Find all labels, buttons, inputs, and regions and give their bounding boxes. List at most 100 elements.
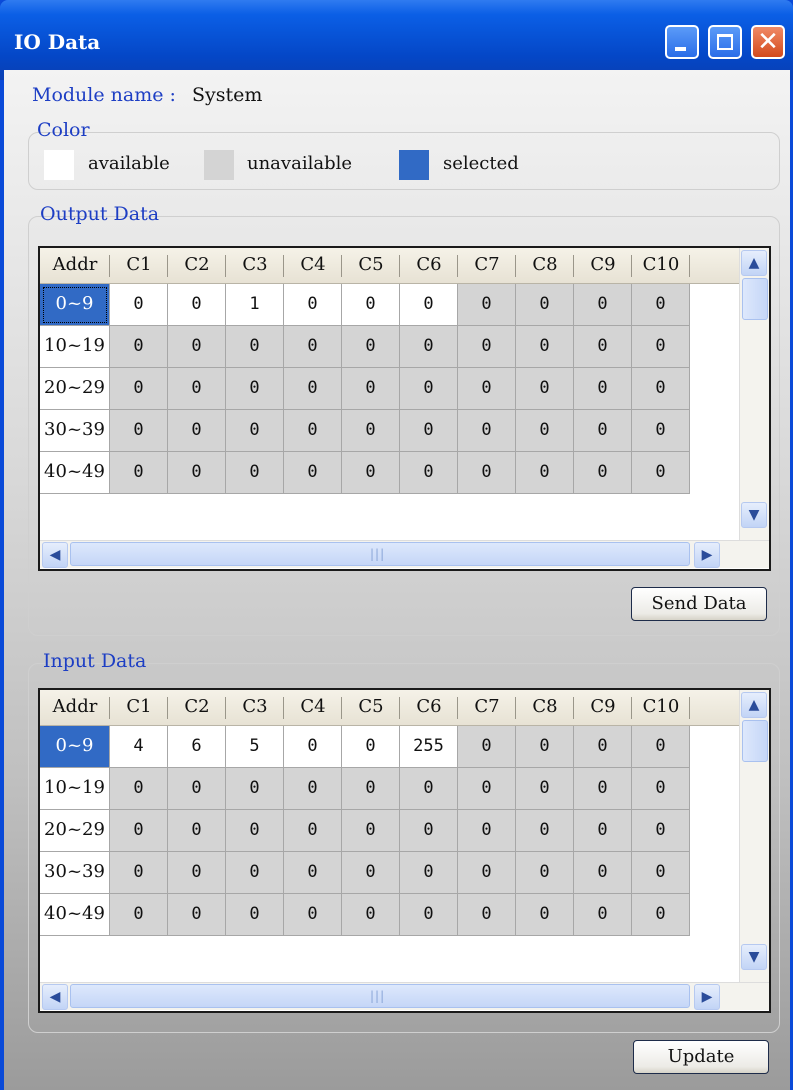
column-header[interactable]: C2 [168,248,226,284]
scroll-up-button[interactable]: ▲ [741,250,767,276]
data-cell[interactable]: 0 [574,726,632,768]
column-header[interactable]: C8 [516,690,574,726]
data-cell[interactable]: 0 [342,894,400,936]
data-cell[interactable]: 255 [400,726,458,768]
data-cell[interactable]: 0 [516,726,574,768]
column-header[interactable]: C5 [342,248,400,284]
data-cell[interactable]: 0 [168,368,226,410]
data-cell[interactable]: 0 [284,368,342,410]
data-cell[interactable]: 0 [168,452,226,494]
output-data-grid[interactable]: Addr C1 C2 C3 C4 C5 C6 C7 C8 C9 C10 0~9 0 0 1 0 0 0 0 0 0 0 10… [38,246,771,571]
data-cell[interactable]: 0 [342,768,400,810]
data-cell[interactable]: 0 [516,410,574,452]
data-cell[interactable]: 0 [458,852,516,894]
data-cell[interactable]: 0 [284,894,342,936]
data-cell[interactable]: 0 [110,284,168,326]
data-cell[interactable]: 0 [284,768,342,810]
vertical-scroll-thumb[interactable] [742,720,768,762]
data-cell[interactable]: 0 [226,410,284,452]
column-header[interactable]: C9 [574,248,632,284]
row-address-cell[interactable]: 40~49 [40,894,110,936]
column-header[interactable]: C8 [516,248,574,284]
scroll-right-button[interactable]: ▶ [694,542,720,568]
data-cell[interactable]: 0 [458,452,516,494]
horizontal-scrollbar[interactable]: ◀ ||| ▶ [40,982,769,1010]
data-cell[interactable]: 0 [342,852,400,894]
data-cell[interactable]: 0 [574,452,632,494]
column-header[interactable]: C4 [284,690,342,726]
data-cell[interactable]: 0 [400,326,458,368]
send-data-button[interactable]: Send Data [631,587,767,621]
data-cell[interactable]: 0 [110,894,168,936]
data-cell[interactable]: 0 [400,768,458,810]
row-address-cell[interactable]: 10~19 [40,768,110,810]
data-cell[interactable]: 0 [458,810,516,852]
scroll-down-button[interactable]: ▼ [741,502,767,528]
scroll-right-button[interactable]: ▶ [694,984,720,1010]
data-cell[interactable]: 0 [110,326,168,368]
data-cell[interactable]: 0 [516,768,574,810]
data-cell[interactable]: 0 [226,368,284,410]
data-cell[interactable]: 0 [574,410,632,452]
scroll-left-button[interactable]: ◀ [42,542,68,568]
column-header[interactable]: C6 [400,248,458,284]
data-cell[interactable]: 0 [110,768,168,810]
data-cell[interactable]: 0 [458,894,516,936]
data-cell[interactable]: 0 [110,452,168,494]
column-header[interactable]: C5 [342,690,400,726]
input-data-grid[interactable]: Addr C1 C2 C3 C4 C5 C6 C7 C8 C9 C10 0~9 4 6 5 0 0 255 0 0 0 0… [38,688,771,1013]
update-button[interactable]: Update [633,1040,769,1074]
data-cell[interactable]: 0 [400,368,458,410]
data-cell[interactable]: 0 [284,452,342,494]
data-cell[interactable]: 0 [226,852,284,894]
data-cell[interactable]: 0 [168,410,226,452]
data-cell[interactable]: 0 [168,894,226,936]
data-cell[interactable]: 0 [284,726,342,768]
column-header[interactable]: Addr [40,690,110,726]
data-cell[interactable]: 0 [516,810,574,852]
column-header[interactable]: C9 [574,690,632,726]
data-cell[interactable]: 0 [284,284,342,326]
data-cell[interactable]: 0 [168,326,226,368]
data-cell[interactable]: 0 [458,410,516,452]
data-cell[interactable]: 0 [342,326,400,368]
data-cell[interactable]: 0 [400,410,458,452]
data-cell[interactable]: 0 [516,326,574,368]
row-address-cell[interactable]: 20~29 [40,810,110,852]
data-cell[interactable]: 0 [516,452,574,494]
maximize-button[interactable] [708,25,742,59]
data-cell[interactable]: 0 [342,452,400,494]
data-cell[interactable]: 0 [458,284,516,326]
data-cell[interactable]: 0 [226,768,284,810]
data-cell[interactable]: 0 [458,768,516,810]
data-cell[interactable]: 0 [574,810,632,852]
data-cell[interactable]: 0 [632,284,690,326]
data-cell[interactable]: 0 [632,452,690,494]
data-cell[interactable]: 0 [400,452,458,494]
row-address-cell[interactable]: 0~9 [40,284,110,326]
data-cell[interactable]: 0 [516,368,574,410]
data-cell[interactable]: 0 [632,768,690,810]
data-cell[interactable]: 0 [110,410,168,452]
data-cell[interactable]: 0 [632,810,690,852]
scroll-down-button[interactable]: ▼ [741,944,767,970]
data-cell[interactable]: 0 [342,810,400,852]
title-bar[interactable]: IO Data ✕ [0,0,793,80]
data-cell[interactable]: 0 [400,284,458,326]
data-cell[interactable]: 0 [632,894,690,936]
column-header[interactable]: C1 [110,248,168,284]
row-address-cell[interactable]: 10~19 [40,326,110,368]
data-cell[interactable]: 5 [226,726,284,768]
data-cell[interactable]: 0 [574,852,632,894]
data-cell[interactable]: 0 [342,726,400,768]
data-cell[interactable]: 0 [400,852,458,894]
column-header[interactable]: C1 [110,690,168,726]
data-cell[interactable]: 0 [168,284,226,326]
data-cell[interactable]: 0 [632,726,690,768]
data-cell[interactable]: 4 [110,726,168,768]
column-header[interactable]: C6 [400,690,458,726]
vertical-scrollbar[interactable]: ▲ ▼ [739,248,769,540]
row-address-cell[interactable]: 0~9 [40,726,110,768]
column-header[interactable]: C10 [632,248,690,284]
data-cell[interactable]: 0 [110,852,168,894]
